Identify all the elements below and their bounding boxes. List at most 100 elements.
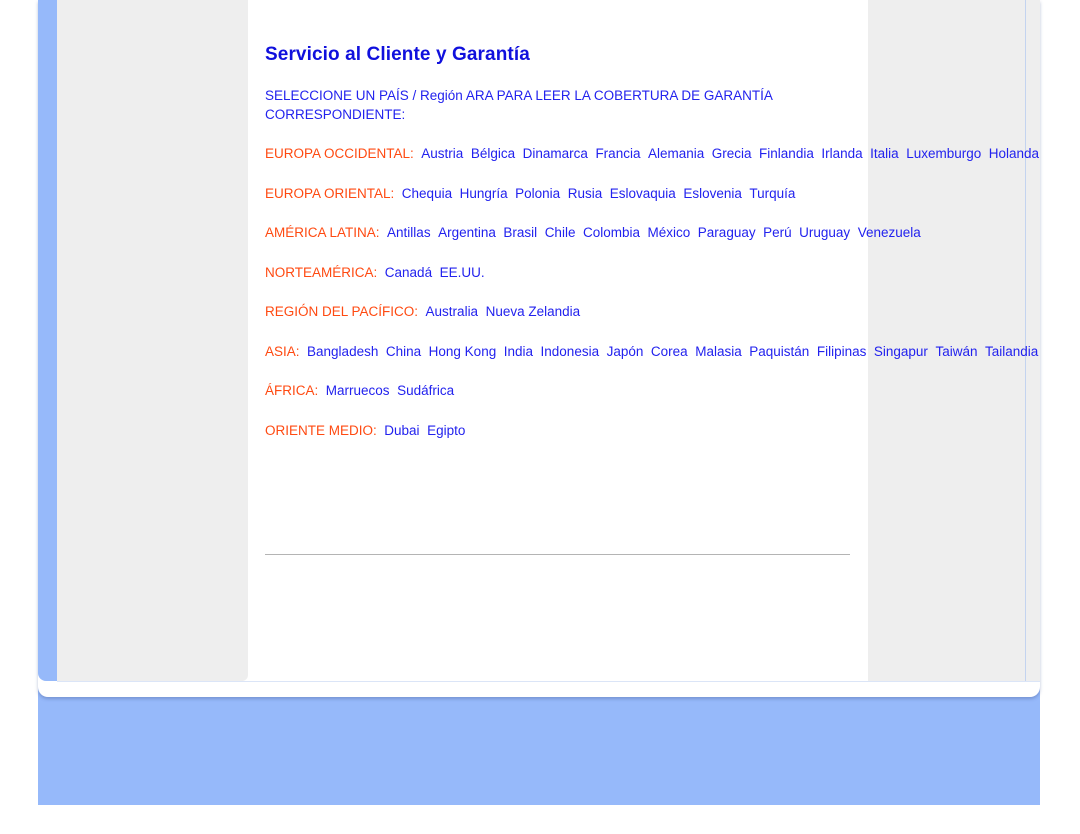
panel-bottom-rule [57, 681, 1040, 682]
region-label: ÁFRICA: [265, 383, 319, 398]
country-link[interactable]: Austria [421, 146, 463, 161]
country-link[interactable]: Malasia [695, 344, 742, 359]
country-link[interactable]: Canadá [385, 265, 432, 280]
country-link[interactable]: Dinamarca [523, 146, 588, 161]
region-block: REGIÓN DEL PACÍFICO: Australia Nueva Zel… [248, 282, 868, 322]
page-title: Servicio al Cliente y Garantía [265, 44, 530, 65]
country-link[interactable]: Tailandia [985, 344, 1038, 359]
country-link[interactable]: Eslovenia [683, 186, 742, 201]
country-link[interactable]: Finlandia [759, 146, 814, 161]
region-label: EUROPA OCCIDENTAL: [265, 146, 414, 161]
region-list: EUROPA OCCIDENTAL: Austria Bélgica Dinam… [248, 124, 1039, 441]
country-link[interactable]: Australia [426, 304, 479, 319]
country-link[interactable]: Hong Kong [429, 344, 497, 359]
country-link[interactable]: Paraguay [698, 225, 756, 240]
region-label: EUROPA ORIENTAL: [265, 185, 395, 201]
country-link[interactable]: Turquía [749, 186, 795, 201]
region-block: EUROPA OCCIDENTAL: Austria Bélgica Dinam… [248, 124, 1039, 164]
country-link[interactable]: Bélgica [471, 146, 515, 161]
country-link[interactable]: Nueva Zelandia [486, 304, 581, 319]
country-link[interactable]: Alemania [648, 146, 704, 161]
country-link[interactable]: Irlanda [821, 146, 862, 161]
country-link[interactable]: Brasil [503, 225, 537, 240]
country-link[interactable]: Grecia [712, 146, 752, 161]
country-link[interactable]: Polonia [515, 186, 560, 201]
country-link[interactable]: Rusia [568, 186, 603, 201]
region-block: ASIA: Bangladesh China Hong Kong India I… [248, 322, 1038, 362]
panel-left-rail [38, 0, 57, 681]
country-link[interactable]: India [504, 344, 533, 359]
country-link[interactable]: Singapur [874, 344, 928, 359]
region-label: ASIA: [265, 343, 300, 359]
region-label: NORTEAMÉRICA: [265, 264, 378, 280]
country-link[interactable]: Uruguay [799, 225, 850, 240]
country-link[interactable]: Filipinas [817, 344, 867, 359]
country-link[interactable]: Dubai [384, 423, 419, 438]
region-label: ORIENTE MEDIO: [265, 422, 377, 438]
country-link[interactable]: Japón [607, 344, 644, 359]
sidebar-column [57, 0, 248, 681]
region-label: AMÉRICA LATINA: [265, 225, 380, 240]
country-link[interactable]: México [648, 225, 691, 240]
country-link[interactable]: Luxemburgo [906, 146, 981, 161]
country-link[interactable]: Taiwán [935, 344, 977, 359]
country-link[interactable]: Corea [651, 344, 688, 359]
country-link[interactable]: Hungría [460, 186, 508, 201]
country-link[interactable]: Colombia [583, 225, 640, 240]
country-link[interactable]: Bangladesh [307, 344, 378, 359]
country-link[interactable]: Indonesia [541, 344, 600, 359]
region-block: ORIENTE MEDIO: Dubai Egipto [248, 401, 868, 441]
country-link[interactable]: Francia [595, 146, 640, 161]
content-panel: Servicio al Cliente y Garantía SELECCION… [38, 0, 1040, 697]
country-link[interactable]: China [386, 344, 421, 359]
country-link[interactable]: Holanda [989, 146, 1039, 161]
country-link[interactable]: Egipto [427, 423, 465, 438]
country-link[interactable]: Chile [545, 225, 576, 240]
main-content-column: Servicio al Cliente y Garantía SELECCION… [248, 0, 1039, 681]
country-link[interactable]: Eslovaquia [610, 186, 676, 201]
country-link[interactable]: Chequia [402, 186, 452, 201]
country-link[interactable]: Sudáfrica [397, 383, 454, 398]
country-link[interactable]: Paquistán [749, 344, 809, 359]
right-vertical-rule [1025, 0, 1026, 681]
country-link[interactable]: Italia [870, 146, 899, 161]
country-link[interactable]: Marruecos [326, 383, 390, 398]
region-block: AMÉRICA LATINA: Antillas Argentina Brasi… [248, 203, 921, 243]
country-link[interactable]: Antillas [387, 225, 431, 240]
country-link[interactable]: EE.UU. [440, 265, 485, 280]
warranty-content: Servicio al Cliente y Garantía SELECCION… [248, 0, 1039, 441]
country-link[interactable]: Venezuela [858, 225, 921, 240]
country-link[interactable]: Perú [763, 225, 792, 240]
region-block: ÁFRICA: Marruecos Sudáfrica [248, 361, 868, 401]
country-link[interactable]: Argentina [438, 225, 496, 240]
region-block: NORTEAMÉRICA: Canadá EE.UU. [248, 243, 868, 283]
content-divider [265, 554, 850, 555]
